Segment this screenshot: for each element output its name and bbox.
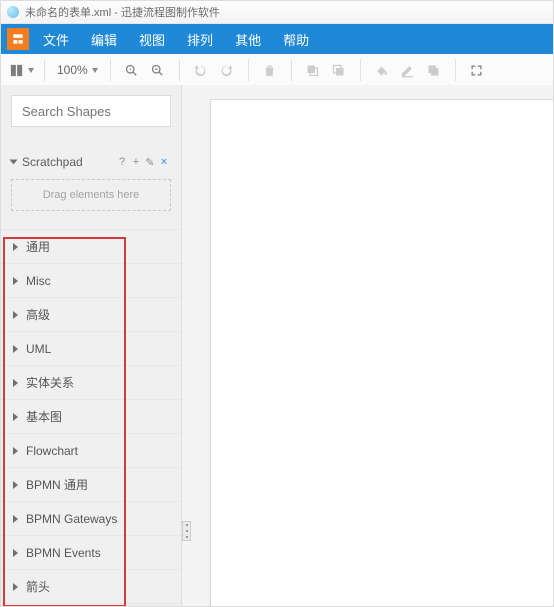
category-item[interactable]: 箭头	[1, 570, 181, 604]
to-back-button[interactable]	[328, 59, 350, 81]
chevron-right-icon	[13, 345, 18, 353]
scratchpad-dropzone[interactable]: Drag elements here	[11, 179, 171, 211]
toolbar: 100%	[1, 54, 553, 87]
view-mode-button[interactable]	[9, 59, 34, 81]
chevron-right-icon	[13, 311, 18, 319]
category-label: Flowchart	[26, 444, 78, 458]
menu-other[interactable]: 其他	[235, 30, 261, 49]
search-input[interactable]	[20, 103, 200, 120]
chevron-right-icon	[13, 413, 18, 421]
category-label: 通用	[26, 238, 50, 255]
category-item[interactable]: 基本图	[1, 400, 181, 434]
chevron-right-icon	[13, 549, 18, 557]
category-item[interactable]: BPMN Gateways	[1, 502, 181, 536]
category-item[interactable]: Misc	[1, 264, 181, 298]
scratchpad-hint: Drag elements here	[43, 189, 140, 201]
menubar: 文件 编辑 视图 排列 其他 帮助	[1, 24, 553, 54]
scratchpad-label: Scratchpad	[22, 155, 83, 169]
fullscreen-button[interactable]	[466, 59, 488, 81]
category-item[interactable]: 通用	[1, 229, 181, 264]
app-icon	[7, 6, 19, 18]
fill-color-button[interactable]	[371, 59, 393, 81]
menu-edit[interactable]: 编辑	[91, 30, 117, 49]
delete-button[interactable]	[259, 59, 281, 81]
scratchpad-add-button[interactable]: +	[129, 156, 143, 168]
category-item[interactable]: BPMN 通用	[1, 468, 181, 502]
scratchpad-panel: Scratchpad ? + ✎ × Drag elements here	[1, 155, 181, 211]
separator	[291, 59, 292, 81]
chevron-right-icon	[13, 277, 18, 285]
redo-button[interactable]	[216, 59, 238, 81]
category-label: BPMN Gateways	[26, 512, 117, 526]
category-label: BPMN Events	[26, 546, 101, 560]
chevron-right-icon	[13, 243, 18, 251]
app-logo[interactable]	[7, 28, 29, 50]
category-label: 基本图	[26, 408, 62, 425]
window-titlebar: 未命名的表单.xml - 迅捷流程图制作软件	[1, 1, 553, 24]
zoom-out-button[interactable]	[147, 59, 169, 81]
menu-file[interactable]: 文件	[43, 30, 69, 49]
category-label: 高级	[26, 306, 50, 323]
separator	[360, 59, 361, 81]
chevron-right-icon	[13, 515, 18, 523]
separator	[44, 59, 45, 81]
category-item[interactable]: 高级	[1, 298, 181, 332]
category-label: BPMN 通用	[26, 476, 88, 493]
category-label: UML	[26, 342, 51, 356]
menu-arrange[interactable]: 排列	[187, 30, 213, 49]
line-color-button[interactable]	[397, 59, 419, 81]
chevron-right-icon	[13, 481, 18, 489]
category-label: Misc	[26, 274, 51, 288]
separator	[248, 59, 249, 81]
chevron-right-icon	[13, 447, 18, 455]
sidebar-resize-handle[interactable]	[182, 521, 191, 541]
search-container	[1, 85, 181, 137]
window-title: 未命名的表单.xml - 迅捷流程图制作软件	[25, 4, 220, 20]
shadow-button[interactable]	[423, 59, 445, 81]
shapes-sidebar: Scratchpad ? + ✎ × Drag elements here 通用…	[1, 85, 182, 606]
category-item[interactable]: 实体关系	[1, 366, 181, 400]
separator	[455, 59, 456, 81]
zoom-in-button[interactable]	[121, 59, 143, 81]
zoom-level[interactable]: 100%	[57, 63, 98, 77]
canvas-page[interactable]	[210, 99, 554, 607]
category-item[interactable]: Flowchart	[1, 434, 181, 468]
scratchpad-close-button[interactable]: ×	[157, 156, 171, 168]
chevron-right-icon	[13, 379, 18, 387]
chevron-down-icon[interactable]	[10, 160, 18, 165]
separator	[110, 59, 111, 81]
separator	[179, 59, 180, 81]
canvas-area[interactable]	[182, 85, 553, 606]
category-label: 箭头	[26, 578, 50, 595]
category-item[interactable]: BPMN Events	[1, 536, 181, 570]
menu-view[interactable]: 视图	[139, 30, 165, 49]
scratchpad-edit-button[interactable]: ✎	[143, 156, 157, 169]
undo-button[interactable]	[190, 59, 212, 81]
scratchpad-help-button[interactable]: ?	[115, 156, 129, 168]
menu-help[interactable]: 帮助	[283, 30, 309, 49]
category-item[interactable]: UML	[1, 332, 181, 366]
category-label: 实体关系	[26, 374, 74, 391]
chevron-right-icon	[13, 583, 18, 591]
to-front-button[interactable]	[302, 59, 324, 81]
shape-categories: 通用 Misc 高级 UML 实体关系基本图 Flowchart BPMN 通用 BPMN G…	[1, 229, 181, 606]
